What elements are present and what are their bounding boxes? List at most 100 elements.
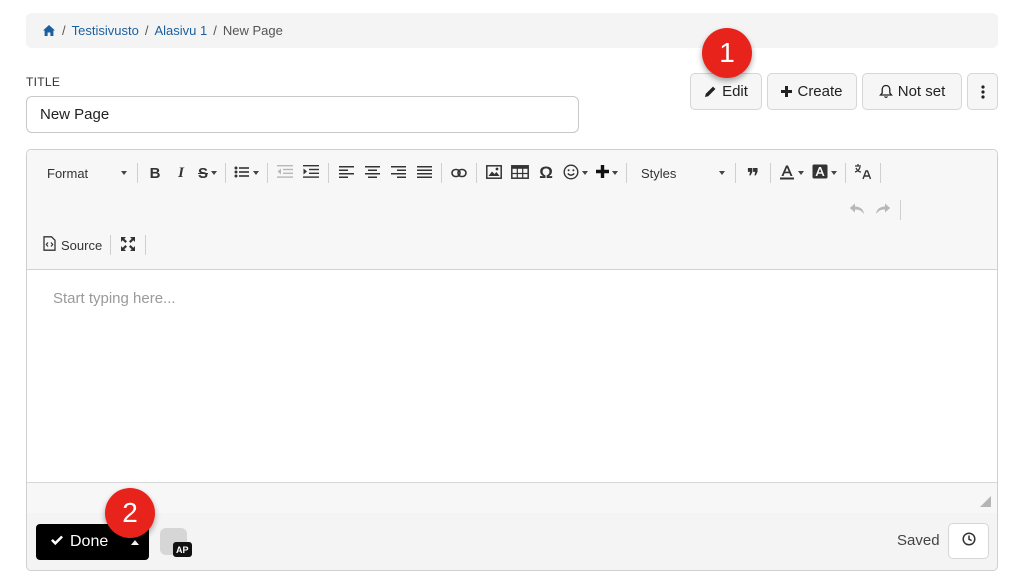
caret-down-icon — [798, 171, 805, 175]
background-color-icon — [812, 164, 828, 182]
table-icon — [511, 164, 529, 182]
title-input[interactable] — [26, 96, 579, 133]
align-justify-button[interactable] — [411, 160, 437, 186]
strikethrough-button[interactable]: S — [194, 160, 221, 186]
editor-placeholder: Start typing here... — [53, 290, 176, 307]
create-button[interactable]: Create — [767, 73, 857, 110]
toolbar-separator — [476, 163, 478, 183]
redo-icon — [875, 203, 891, 218]
outdent-button[interactable] — [272, 160, 298, 186]
image-icon — [486, 164, 502, 182]
align-right-icon — [390, 165, 406, 181]
title-label: TITLE — [26, 75, 61, 89]
align-justify-icon — [416, 165, 432, 181]
toolbar-row-2 — [844, 195, 905, 225]
emoji-button[interactable] — [559, 160, 592, 186]
toolbar-separator — [880, 163, 882, 183]
styles-dropdown-label: Styles — [641, 165, 677, 181]
edit-button[interactable]: Edit — [690, 73, 762, 110]
indent-button[interactable] — [298, 160, 324, 186]
bulleted-list-button[interactable] — [230, 160, 263, 186]
caret-down-icon — [121, 171, 127, 175]
pencil-icon — [704, 85, 717, 98]
maximize-icon — [120, 236, 136, 255]
background-color-button[interactable] — [808, 160, 841, 186]
text-color-icon — [779, 164, 795, 183]
toolbar-row-3: Source — [39, 230, 150, 260]
undo-button[interactable] — [844, 197, 870, 223]
caret-down-icon — [582, 171, 589, 175]
breadcrumb: / Testisivusto / Alasivu 1 / New Page — [26, 13, 998, 48]
breadcrumb-separator: / — [144, 23, 149, 38]
undo-icon — [849, 203, 865, 218]
toolbar-separator — [845, 163, 847, 183]
source-button[interactable]: Source — [39, 232, 106, 258]
table-button[interactable] — [507, 160, 533, 186]
special-character-button[interactable]: Ω — [533, 160, 559, 186]
maximize-button[interactable] — [115, 232, 141, 258]
avatar-initials-badge: AP — [173, 542, 192, 557]
plus-icon — [781, 86, 793, 97]
toolbar-separator — [770, 163, 772, 183]
breadcrumb-current: New Page — [222, 23, 283, 38]
toolbar-separator — [145, 235, 147, 255]
blockquote-button[interactable]: ❞ — [740, 160, 766, 189]
align-center-button[interactable] — [359, 160, 385, 186]
home-icon[interactable] — [42, 24, 56, 38]
history-button[interactable] — [948, 523, 989, 559]
link-button[interactable] — [446, 160, 472, 186]
clock-icon — [961, 531, 976, 551]
notification-button[interactable]: Not set — [862, 73, 962, 110]
text-color-button[interactable] — [775, 160, 808, 186]
resize-handle-icon[interactable] — [980, 496, 991, 507]
translate-icon — [854, 163, 872, 183]
toolbar-separator — [900, 200, 901, 220]
toolbar-separator — [110, 235, 112, 255]
bold-button[interactable]: B — [142, 160, 168, 186]
bulleted-list-icon — [234, 166, 250, 181]
vertical-dots-icon — [980, 84, 985, 99]
source-code-icon — [43, 236, 56, 254]
smiley-icon — [563, 163, 579, 183]
caret-up-icon — [131, 539, 139, 545]
annotation-badge-2: 2 — [105, 488, 155, 538]
editor-footer: Done AP Saved — [26, 513, 998, 571]
breadcrumb-link-site[interactable]: Testisivusto — [72, 23, 139, 38]
align-left-button[interactable] — [333, 160, 359, 186]
toolbar-separator — [626, 163, 628, 183]
caret-down-icon — [253, 171, 260, 175]
create-button-label: Create — [797, 83, 843, 100]
notification-button-label: Not set — [897, 83, 946, 100]
more-options-button[interactable] — [967, 73, 998, 110]
toolbar-separator — [267, 163, 269, 183]
outdent-icon — [277, 165, 294, 181]
editor-content-area[interactable]: Start typing here... — [27, 270, 997, 482]
image-button[interactable] — [481, 160, 507, 186]
breadcrumb-separator: / — [62, 23, 66, 38]
redo-button[interactable] — [870, 197, 896, 223]
caret-down-icon — [211, 171, 218, 175]
caret-down-icon — [612, 171, 619, 175]
toolbar-row-1: Format B I S Ω Styles ❞ — [37, 158, 885, 189]
format-dropdown[interactable]: Format — [37, 166, 133, 181]
save-status: Saved — [897, 532, 940, 549]
bell-icon — [878, 84, 893, 99]
language-button[interactable] — [850, 160, 876, 186]
source-button-label: Source — [61, 237, 103, 253]
breadcrumb-link-subpage[interactable]: Alasivu 1 — [154, 23, 207, 38]
checkmark-icon — [50, 533, 64, 551]
plus-icon — [596, 165, 610, 181]
annotation-badge-1: 1 — [702, 28, 752, 78]
styles-dropdown[interactable]: Styles — [631, 166, 731, 181]
editor-status-bar — [27, 482, 997, 513]
breadcrumb-separator: / — [213, 23, 217, 38]
align-right-button[interactable] — [385, 160, 411, 186]
insert-button[interactable] — [592, 160, 622, 186]
toolbar-separator — [137, 163, 138, 183]
caret-down-icon — [719, 171, 726, 175]
italic-button[interactable]: I — [168, 160, 194, 186]
editor-toolbar: Format B I S Ω Styles ❞ Source — [27, 150, 997, 270]
caret-down-icon — [831, 171, 838, 175]
toolbar-separator — [735, 163, 737, 183]
rich-text-editor: Format B I S Ω Styles ❞ Source Start typ… — [26, 149, 998, 513]
